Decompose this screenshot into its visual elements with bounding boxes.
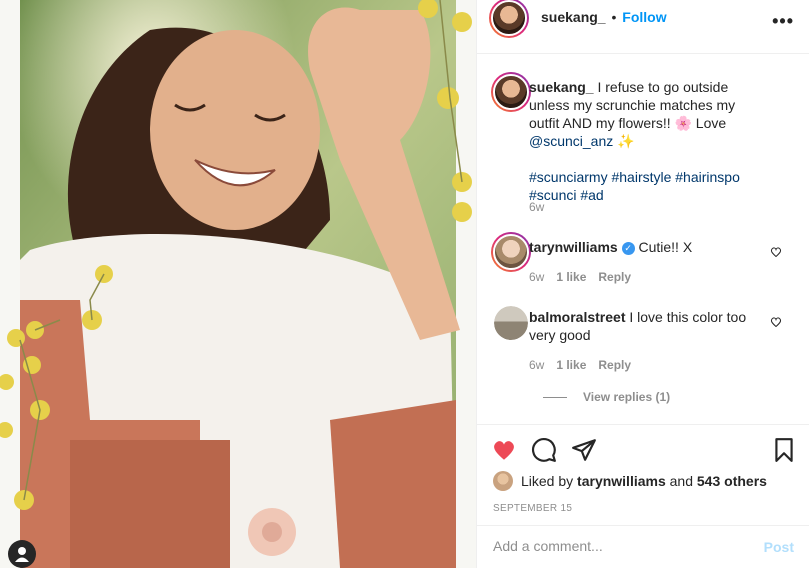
comment-username[interactable]: tarynwilliams (529, 239, 618, 255)
comment-age[interactable]: 6w (529, 358, 544, 372)
verified-badge-icon: ✓ (621, 242, 635, 255)
caption-author-avatar[interactable] (491, 72, 531, 112)
more-options-icon[interactable]: ••• (772, 11, 794, 32)
comment-1: tarynwilliams ✓ Cutie!! X (529, 238, 769, 256)
bookmark-icon[interactable] (771, 437, 797, 463)
comment-likes[interactable]: 1 like (556, 270, 586, 284)
liked-by-prefix: Liked by (521, 473, 574, 489)
comment-like-heart-icon[interactable] (770, 316, 782, 328)
comment-meta: 6w 1 like Reply (529, 270, 631, 284)
post-comment-button[interactable]: Post (764, 539, 794, 555)
liker-avatar[interactable] (493, 471, 513, 491)
caption-hashtags-line1[interactable]: #scunciarmy #hairstyle #hairinspo (529, 169, 740, 185)
comment-avatar[interactable] (494, 306, 528, 340)
comment-meta: 6w 1 like Reply (529, 358, 631, 372)
post-date[interactable]: SEPTEMBER 15 (493, 503, 572, 514)
separator-dot: • (611, 9, 617, 25)
post-photo[interactable] (0, 0, 476, 568)
follow-button[interactable]: Follow (622, 9, 666, 25)
caption-sparkle: ✨ (613, 133, 635, 149)
post-side-panel: suekang_ • Follow ••• suekang_ I refuse … (476, 0, 809, 568)
comment-username[interactable]: balmoralstreet (529, 309, 625, 325)
liked-by-and: and (669, 473, 693, 489)
post-actions: Liked by tarynwilliams and 543 others SE… (477, 424, 809, 568)
comment-like-heart-icon[interactable] (770, 246, 782, 258)
reply-button[interactable]: Reply (598, 270, 631, 284)
photo-illustration (0, 0, 476, 568)
liker-username[interactable]: tarynwilliams (577, 473, 666, 489)
share-icon[interactable] (571, 437, 597, 463)
post-header: suekang_ • Follow ••• (477, 0, 809, 54)
reply-button[interactable]: Reply (598, 358, 631, 372)
caption: suekang_ I refuse to go outside unless m… (529, 78, 769, 204)
comments-section: suekang_ I refuse to go outside unless m… (477, 54, 809, 424)
comment-age[interactable]: 6w (529, 270, 544, 284)
likes-others-count[interactable]: 543 others (697, 473, 767, 489)
replies-divider-line (543, 397, 567, 399)
caption-age[interactable]: 6w (529, 200, 544, 214)
caption-username[interactable]: suekang_ (529, 79, 594, 95)
view-replies-button[interactable]: View replies (1) (543, 390, 670, 404)
tag-user-icon[interactable] (8, 540, 36, 568)
comment-avatar[interactable] (491, 232, 531, 272)
author-username[interactable]: suekang_ (541, 9, 606, 25)
add-comment-bar: Post (477, 525, 809, 568)
comment-icon[interactable] (531, 437, 557, 463)
heart-icon[interactable] (491, 437, 517, 463)
caption-mention[interactable]: @scunci_anz (529, 133, 613, 149)
comment-2: balmoralstreet I love this color too ver… (529, 308, 769, 344)
author-avatar[interactable] (489, 0, 529, 38)
comment-likes[interactable]: 1 like (556, 358, 586, 372)
view-replies-label[interactable]: View replies (1) (583, 390, 670, 404)
add-comment-input[interactable] (493, 538, 743, 554)
comment-text: Cutie!! X (638, 239, 693, 255)
